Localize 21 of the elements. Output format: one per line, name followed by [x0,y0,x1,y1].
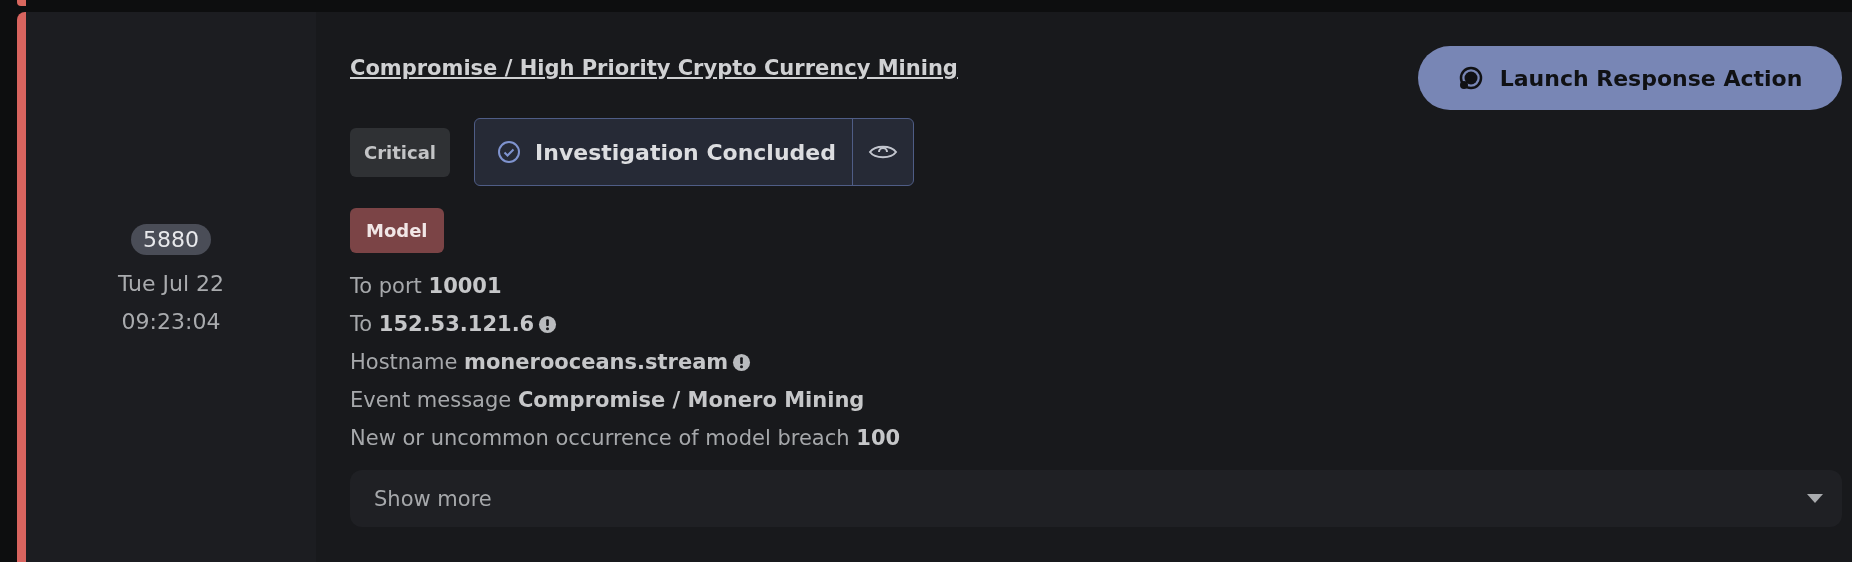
launch-response-button[interactable]: Launch Response Action [1418,46,1842,110]
incident-date: Tue Jul 22 [117,270,225,298]
warning-icon[interactable] [538,314,558,334]
card-edge [17,0,26,6]
show-more-button[interactable]: Show more [350,470,1842,527]
warning-icon[interactable] [732,352,752,372]
detail-text: To port 10001 [350,273,502,300]
incident-time: 09:23:04 [121,308,221,336]
eye-icon[interactable] [867,143,898,161]
incident-id-badge: 5880 [131,224,211,255]
severity-badge: Critical [350,127,451,177]
detail-text: Event message Compromise / Monero Mining [350,387,865,414]
check-circle-icon [497,140,522,164]
detail-text: New or uncommon occurrence of model breach 100 [350,425,901,452]
response-icon [1457,65,1484,91]
model-tag: Model [350,208,444,253]
status-control[interactable]: Investigation Concluded [474,118,914,186]
detail-text: Hostname monerooceans.stream [350,349,729,376]
caret-down-icon [1806,492,1824,505]
detail-text: To 152.53.121.6 [350,311,535,338]
alert-title-link[interactable]: Compromise / High Priority Crypto Currency Mining [350,56,958,80]
